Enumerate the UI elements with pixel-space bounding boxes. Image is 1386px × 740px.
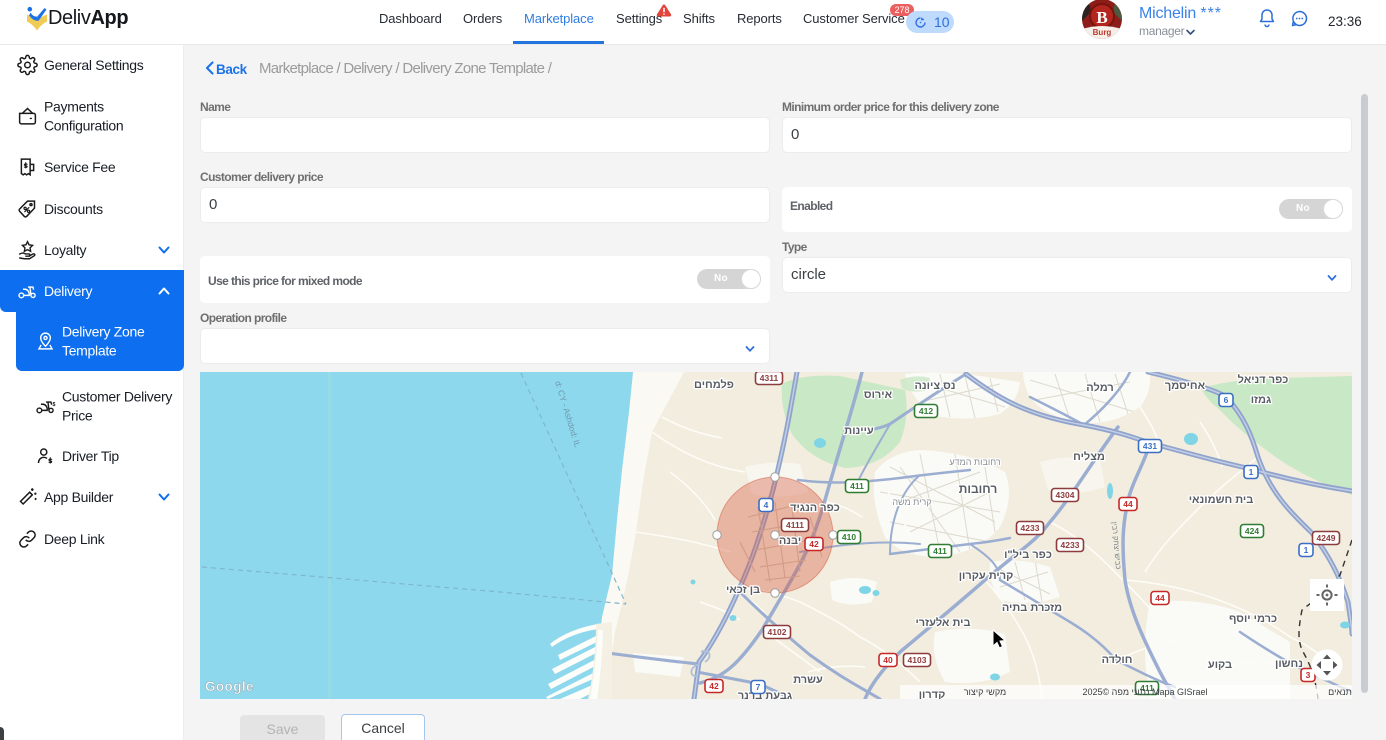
svg-text:קרית עקרון: קרית עקרון <box>959 570 1014 582</box>
svg-text:4: 4 <box>764 500 769 510</box>
svg-text:בית אלעזרי: בית אלעזרי <box>915 616 970 629</box>
svg-text:קרית משה: קרית משה <box>892 497 931 507</box>
svg-text:רחובות: רחובות <box>959 482 998 496</box>
svg-text:מזכרת בתיה: מזכרת בתיה <box>1002 602 1062 614</box>
svg-text:424: 424 <box>1245 526 1259 536</box>
svg-text:4111: 4111 <box>786 520 804 530</box>
svg-text:מצליח: מצליח <box>1073 450 1105 463</box>
svg-text:כפר דניאל: כפר דניאל <box>1238 373 1289 386</box>
svg-text:כפר ביל"ו: כפר ביל"ו <box>1004 548 1052 561</box>
svg-text:עיינות: עיינות <box>844 425 874 437</box>
svg-text:411: 411 <box>933 546 947 556</box>
svg-text:1: 1 <box>1249 467 1254 477</box>
svg-text:431: 431 <box>1143 441 1157 451</box>
svg-text:7: 7 <box>756 682 761 692</box>
svg-text:6: 6 <box>1224 395 1229 405</box>
svg-text:בן זכאי: בן זכאי <box>726 584 760 596</box>
svg-text:3: 3 <box>1306 670 1311 680</box>
svg-text:4233: 4233 <box>1021 523 1040 533</box>
svg-text:4233: 4233 <box>1061 540 1080 550</box>
svg-text:רמלה: רמלה <box>1086 381 1113 394</box>
svg-text:42: 42 <box>809 539 819 549</box>
svg-text:411: 411 <box>850 481 864 491</box>
svg-text:4304: 4304 <box>1056 490 1075 500</box>
svg-text:412: 412 <box>919 406 933 416</box>
svg-text:תנאים: תנאים <box>1328 687 1352 697</box>
svg-text:4102: 4102 <box>768 627 787 637</box>
svg-text:2025© נתוני מפה Mapa GISrael: 2025© נתוני מפה Mapa GISrael <box>1083 687 1208 697</box>
svg-text:42: 42 <box>709 681 719 691</box>
svg-text:נחשון: נחשון <box>1275 658 1303 670</box>
svg-text:אחיסמך: אחיסמך <box>1165 380 1206 392</box>
svg-text:בית חשמונאי: בית חשמונאי <box>1189 494 1254 506</box>
svg-text:פלמחים: פלמחים <box>694 378 734 391</box>
svg-text:Google: Google <box>205 679 254 694</box>
svg-text:4249: 4249 <box>1317 533 1336 543</box>
svg-text:רחובות המדע: רחובות המדע <box>949 457 1001 467</box>
svg-text:עשרת: עשרת <box>793 674 823 686</box>
svg-text:נס ציונה: נס ציונה <box>915 380 956 392</box>
svg-text:4311: 4311 <box>760 373 779 383</box>
svg-text:יבנה: יבנה <box>779 535 801 547</box>
svg-text:1: 1 <box>1304 545 1309 555</box>
svg-text:חולדה: חולדה <box>1102 653 1133 666</box>
svg-text:410: 410 <box>842 532 856 542</box>
svg-text:4103: 4103 <box>908 655 927 665</box>
svg-text:גמזו: גמזו <box>1251 394 1272 406</box>
svg-text:קדרון: קדרון <box>919 689 946 699</box>
svg-text:מקשי קיצור: מקשי קיצור <box>964 687 1007 697</box>
svg-text:אירוס: אירוס <box>864 389 893 401</box>
svg-text:B: B <box>1096 8 1107 27</box>
svg-text:44: 44 <box>1123 499 1133 509</box>
svg-text:בקוע: בקוע <box>1208 659 1232 671</box>
svg-text:44: 44 <box>1155 593 1165 603</box>
svg-text:כרמי יוסף: כרמי יוסף <box>1229 613 1277 625</box>
svg-text:כפר הנגיד: כפר הנגיד <box>790 502 840 514</box>
svg-text:40: 40 <box>883 655 893 665</box>
svg-text:$: $ <box>53 402 56 408</box>
svg-text:Burg: Burg <box>1093 28 1112 37</box>
